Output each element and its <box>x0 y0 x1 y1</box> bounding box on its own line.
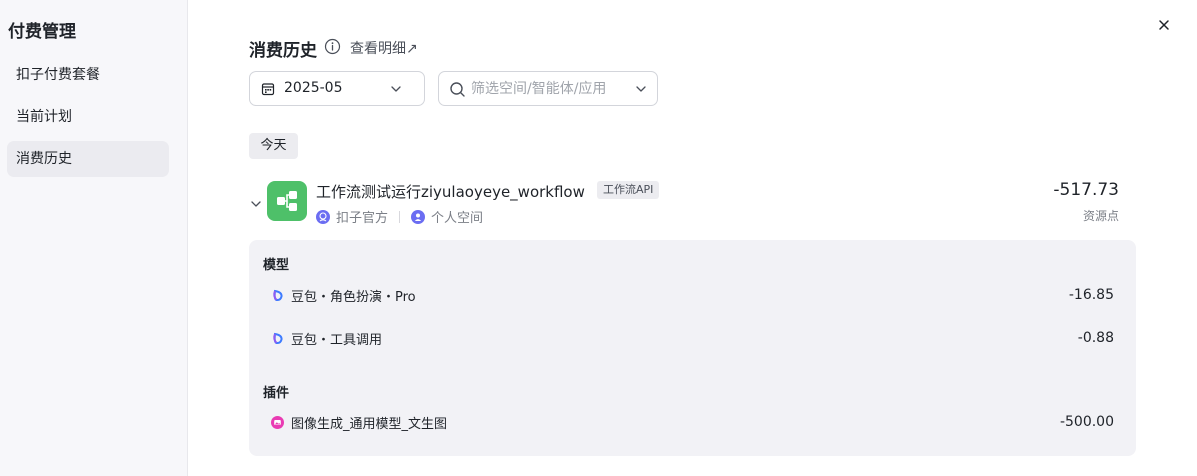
record-space: 个人空间 <box>431 211 484 226</box>
sidebar-title: 付费管理 <box>8 22 76 42</box>
record-type-tag: 工作流API <box>597 181 660 199</box>
item-name: 豆包・工具调用 <box>291 333 383 348</box>
view-details-link[interactable]: 查看明细↗ <box>350 38 418 58</box>
collapse-chevron-icon[interactable] <box>250 199 262 209</box>
sidebar-nav: 扣子付费套餐 当前计划 消费历史 <box>7 57 169 183</box>
doubao-icon <box>273 332 283 345</box>
section-title-plugins: 插件 <box>263 386 290 401</box>
filter-input[interactable] <box>471 78 631 100</box>
calendar-icon <box>261 83 275 96</box>
page-title: 消费历史 <box>249 41 317 61</box>
image-gen-icon <box>271 416 284 429</box>
chevron-down-icon <box>391 86 401 92</box>
space-agent-app-filter[interactable] <box>438 71 658 106</box>
section-title-models: 模型 <box>263 258 290 273</box>
app-window: 付费管理 扣子付费套餐 当前计划 消费历史 消费历史 查看明细↗ 2025-05… <box>0 0 1197 476</box>
record-meta: 扣子官方 个人空间 <box>316 207 483 226</box>
chevron-down-icon <box>636 86 646 92</box>
record-total-amount: -517.73 <box>1053 180 1119 200</box>
owner-avatar-icon <box>316 209 330 224</box>
list-item: 豆包・工具调用 -0.88 <box>271 329 1114 349</box>
record-detail-panel: 模型 豆包・角色扮演・Pro -16.85 豆包・工具调用 -0.88 插件 图… <box>249 240 1136 456</box>
item-amount: -0.88 <box>1077 330 1114 346</box>
day-group-label: 今天 <box>249 133 298 159</box>
record-owner: 扣子官方 <box>336 211 389 226</box>
item-amount: -500.00 <box>1059 414 1114 430</box>
close-icon <box>1159 20 1169 30</box>
sidebar: 付费管理 扣子付费套餐 当前计划 消费历史 <box>0 0 188 476</box>
workflow-icon <box>267 181 307 221</box>
list-item: 豆包・角色扮演・Pro -16.85 <box>271 286 1114 306</box>
record-name[interactable]: 工作流测试运行ziyulaoyeye_workflow <box>316 181 585 202</box>
list-item: 图像生成_通用模型_文生图 -500.00 <box>271 413 1114 433</box>
month-select-value: 2025-05 <box>284 80 343 96</box>
sidebar-item-current-plan[interactable]: 当前计划 <box>7 99 169 135</box>
search-icon <box>450 82 465 97</box>
user-icon <box>411 209 426 224</box>
month-select[interactable]: 2025-05 <box>249 71 425 106</box>
meta-divider <box>399 210 401 223</box>
close-button[interactable] <box>1155 16 1173 34</box>
record-amount-unit: 资源点 <box>1082 209 1119 223</box>
sidebar-item-history[interactable]: 消费历史 <box>7 141 169 177</box>
item-amount: -16.85 <box>1068 287 1114 303</box>
item-name: 豆包・角色扮演・Pro <box>291 290 416 305</box>
main-content: 消费历史 查看明细↗ 2025-05 筛选空间/智能体/应用 今天 工作流测试运… <box>188 0 1197 476</box>
sidebar-item-plans[interactable]: 扣子付费套餐 <box>7 57 169 93</box>
item-name: 图像生成_通用模型_文生图 <box>291 417 448 432</box>
info-icon[interactable] <box>324 38 341 55</box>
doubao-icon <box>273 289 283 302</box>
